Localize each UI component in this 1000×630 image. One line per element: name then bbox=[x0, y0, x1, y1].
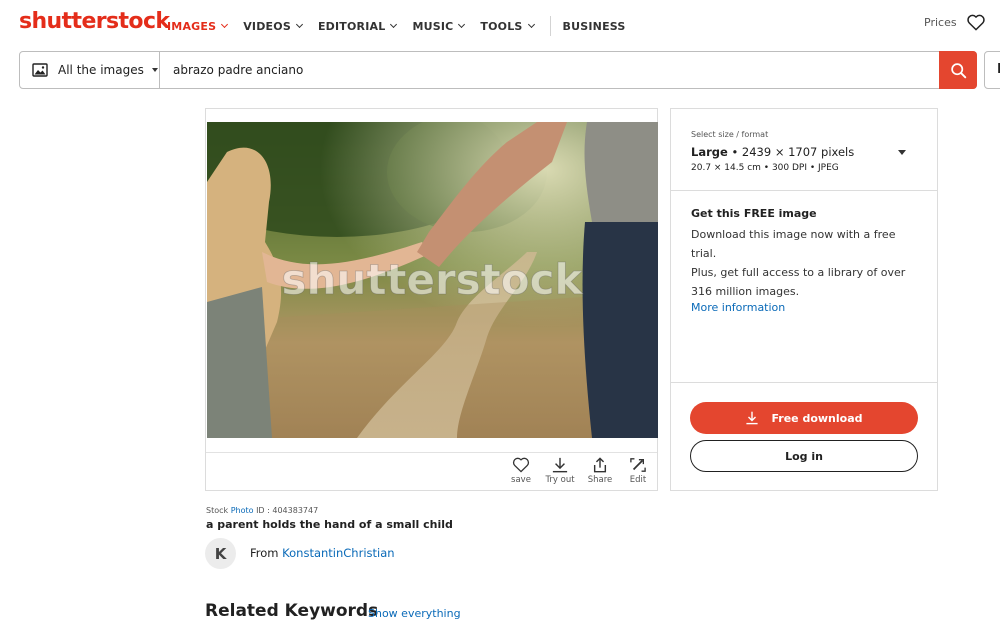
caret-down-icon bbox=[898, 150, 906, 155]
nav-tools-label: TOOLS bbox=[480, 19, 523, 33]
top-navigation: shutterstock IMAGES VIDEOS EDITORIAL MUS… bbox=[0, 0, 1000, 46]
save-button[interactable]: save bbox=[501, 457, 541, 485]
nav-music-label: MUSIC bbox=[412, 19, 454, 33]
edge-button[interactable]: D bbox=[984, 51, 1000, 89]
size-details: 20.7 × 14.5 cm • 300 DPI • JPEG bbox=[691, 163, 839, 173]
category-dropdown[interactable]: All the images bbox=[20, 52, 160, 88]
free-download-button[interactable]: Free download bbox=[690, 402, 918, 434]
try-out-label: Try out bbox=[545, 475, 575, 485]
caret-down-icon bbox=[151, 68, 158, 72]
try-out-button[interactable]: Try out bbox=[540, 457, 580, 485]
photo-type-link[interactable]: Photo bbox=[231, 506, 254, 515]
image-description: a parent holds the hand of a small child bbox=[206, 518, 453, 531]
share-button[interactable]: Share bbox=[580, 457, 620, 485]
search-input[interactable] bbox=[160, 52, 939, 88]
free-download-label: Free download bbox=[771, 411, 863, 425]
watermark: shutterstock bbox=[282, 255, 584, 304]
nav-images[interactable]: IMAGES bbox=[167, 19, 229, 33]
nav-images-label: IMAGES bbox=[167, 19, 217, 33]
edit-button[interactable]: Edit bbox=[618, 457, 658, 485]
contributor-avatar[interactable]: K bbox=[205, 538, 236, 569]
edit-label: Edit bbox=[629, 475, 647, 485]
chevron-down-icon bbox=[390, 20, 398, 29]
nav-videos-label: VIDEOS bbox=[243, 19, 291, 33]
image-actions: save Try out Share Edit bbox=[206, 452, 657, 491]
more-information-link[interactable]: More information bbox=[691, 301, 785, 314]
nav-editorial[interactable]: EDITORIAL bbox=[317, 19, 398, 33]
show-everything-link[interactable]: Show everything bbox=[368, 607, 461, 620]
free-text-line1: Download this image now with a free tria… bbox=[691, 228, 896, 260]
size-selector-label: Select size / format bbox=[691, 130, 769, 139]
login-button[interactable]: Log in bbox=[690, 440, 918, 472]
shutterstock-logo[interactable]: shutterstock bbox=[19, 9, 170, 34]
related-keywords-title: Related Keywords bbox=[205, 601, 379, 621]
selected-size: Large • 2439 × 1707 pixels bbox=[691, 145, 854, 159]
heart-outline-icon[interactable] bbox=[967, 14, 985, 31]
main-nav: IMAGES VIDEOS EDITORIAL MUSIC TOOLS BUSI… bbox=[167, 16, 642, 36]
heart-icon bbox=[512, 457, 530, 473]
image-icon bbox=[32, 63, 48, 77]
stock-label: Stock bbox=[206, 506, 229, 515]
free-trial-section: Get this FREE image Download this image … bbox=[671, 191, 937, 383]
free-description: Download this image now with a free tria… bbox=[691, 225, 921, 301]
from-label: From bbox=[250, 546, 279, 560]
contributor-line: From KonstantinChristian bbox=[250, 546, 395, 560]
image-id: ID : 404383747 bbox=[256, 506, 319, 515]
chevron-down-icon bbox=[527, 20, 535, 29]
prices-link[interactable]: Prices bbox=[924, 16, 957, 29]
nav-tools[interactable]: TOOLS bbox=[480, 19, 535, 33]
search-bar: All the images bbox=[19, 51, 977, 89]
chevron-down-icon bbox=[458, 20, 466, 29]
nav-divider bbox=[549, 16, 551, 36]
nav-music[interactable]: MUSIC bbox=[412, 19, 466, 33]
nav-business-label: BUSINESS bbox=[562, 19, 626, 33]
save-label: save bbox=[511, 475, 531, 485]
size-selector[interactable]: Select size / format Large • 2439 × 1707… bbox=[671, 109, 937, 191]
search-icon bbox=[950, 62, 966, 78]
license-panel: Select size / format Large • 2439 × 1707… bbox=[670, 108, 938, 491]
size-name: Large bbox=[691, 145, 728, 159]
chevron-down-icon bbox=[295, 20, 303, 29]
chevron-down-icon bbox=[221, 20, 229, 29]
free-text-line2: Plus, get full access to a library of ov… bbox=[691, 266, 906, 298]
category-label: All the images bbox=[58, 63, 144, 77]
stock-photo[interactable]: shutterstock bbox=[207, 122, 658, 438]
nav-editorial-label: EDITORIAL bbox=[317, 19, 386, 33]
share-label: Share bbox=[587, 475, 613, 485]
nav-business[interactable]: BUSINESS bbox=[563, 20, 626, 33]
image-id-line: Stock Photo ID : 404383747 bbox=[206, 506, 318, 515]
contributor-link[interactable]: KonstantinChristian bbox=[282, 546, 394, 560]
free-title: Get this FREE image bbox=[691, 207, 817, 220]
image-card: shutterstock save Try out Share Edit bbox=[205, 108, 658, 491]
download-icon bbox=[746, 411, 759, 425]
search-button[interactable] bbox=[939, 51, 977, 89]
download-icon bbox=[552, 457, 568, 473]
size-pixels: • 2439 × 1707 pixels bbox=[731, 145, 855, 159]
nav-videos[interactable]: VIDEOS bbox=[243, 19, 303, 33]
edit-icon bbox=[630, 458, 646, 472]
share-icon bbox=[593, 457, 607, 473]
